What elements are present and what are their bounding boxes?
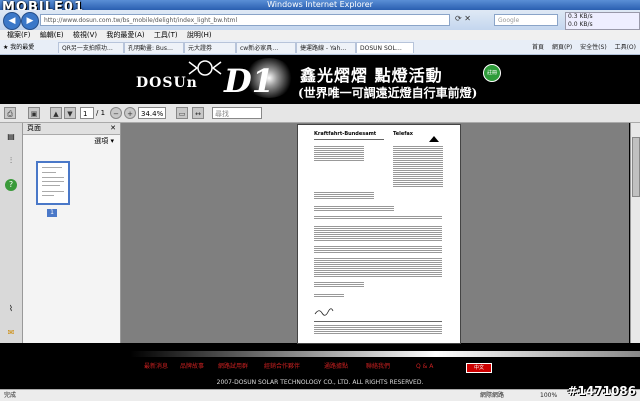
footer-nav: 最新消息 品牌故事 網路試用群 經銷合作夥伴 通路據點 聯絡我們 Q & A [140, 362, 610, 372]
doc-header: Kraftfahrt-Bundesamt [314, 131, 377, 137]
footer-link-news[interactable]: 最新消息 [144, 362, 168, 372]
thumbnail-label: 1 [47, 209, 57, 217]
page-total: / 1 [96, 109, 106, 117]
footer-gradient-bar [130, 351, 640, 357]
menu-view[interactable]: 檢視(V) [73, 30, 97, 40]
search-input[interactable]: Google [494, 14, 558, 26]
menu-edit[interactable]: 編輯(E) [40, 30, 64, 40]
menu-tools[interactable]: 工具(T) [154, 30, 178, 40]
zoom-level[interactable]: 100% [540, 390, 557, 401]
back-button[interactable]: ◀ [3, 12, 21, 30]
tab-yuanta[interactable]: 元大證券 [184, 42, 236, 53]
banner-subline: (世界唯一可調遠近燈自行車前燈) [298, 86, 478, 100]
copyright-text: 2007-DOSUN SOLAR TECHNOLOGY CO., LTD. AL… [216, 379, 424, 386]
panel-options[interactable]: 選項 ▾ [23, 135, 120, 147]
network-meter: 0.3 KB/s 0.0 KB/s [565, 12, 640, 30]
window-titlebar: Windows Internet Explorer [0, 0, 640, 10]
scroll-thumb[interactable] [632, 137, 640, 197]
banner-headline: 鑫光熠熠 點燈活動 [300, 66, 443, 85]
url-input[interactable]: http://www.dosun.com.tw/bs_mobile/deligh… [40, 14, 450, 26]
menu-file[interactable]: 檔案(F) [7, 30, 31, 40]
page-thumbnail[interactable] [36, 161, 70, 205]
net-down: 0.3 KB/s [568, 13, 593, 20]
refresh-stop-icons[interactable]: ⟳ ✕ [455, 14, 487, 26]
tools-menu[interactable]: 工具(O) [615, 44, 636, 51]
menu-favorites[interactable]: 我的最愛(A) [106, 30, 144, 40]
net-up: 0.0 KB/s [568, 21, 593, 28]
zoom-in-icon[interactable]: + [124, 107, 136, 119]
footer-link-qa[interactable]: Q & A [416, 362, 433, 372]
zone-indicator: 網際網路 [480, 392, 505, 399]
pages-icon[interactable]: ▤ [5, 131, 17, 143]
doc-eagle-logo [428, 129, 440, 142]
zoom-input[interactable]: 34.4% [138, 107, 166, 119]
tab-furniture[interactable]: cw新必家具… [236, 42, 296, 53]
tab-dosun[interactable]: DOSUN SOL… [356, 42, 414, 53]
vertical-scrollbar[interactable] [630, 123, 640, 343]
pdf-page: Kraftfahrt-Bundesamt Telefax [297, 124, 461, 344]
model-name: D1 [224, 62, 275, 100]
status-text: 完成 [4, 392, 17, 399]
safety-menu[interactable]: 安全性(S) [580, 44, 607, 51]
footer-link-trial[interactable]: 網路試用群 [218, 362, 248, 372]
favorites-label: 我的最愛 [10, 44, 35, 51]
attachments-icon[interactable]: ⫶ [5, 155, 17, 167]
watermark: #1471086 [567, 384, 636, 398]
status-bar: 完成 網際網路 100% [0, 389, 640, 401]
pdf-toolbar: ⎙ ▣ ▲ ▼ 1 / 1 − + 34.4% ▭ ↔ 尋找 [0, 104, 640, 123]
doc-type: Telefax [393, 131, 414, 137]
panel-header: 頁面 ✕ [23, 123, 120, 135]
tab-mrt[interactable]: 捷運路線 - Yah… [296, 42, 356, 53]
fit-width-icon[interactable]: ↔ [192, 107, 204, 119]
prev-page-icon[interactable]: ▲ [50, 107, 62, 119]
address-bar: ◀ ▶ http://www.dosun.com.tw/bs_mobile/de… [0, 10, 640, 30]
page-menu[interactable]: 網頁(P) [552, 44, 572, 51]
command-bar: 首頁 網頁(P) 安全性(S) 工具(O) [526, 42, 636, 53]
pages-panel: 頁面 ✕ 選項 ▾ 1 [23, 123, 121, 343]
menu-bar: 檔案(F) 編輯(E) 檢視(V) 我的最愛(A) 工具(T) 說明(H) [0, 30, 640, 40]
help-icon[interactable]: ? [5, 179, 17, 191]
comments-icon[interactable]: ✉ [5, 327, 17, 339]
dosun-brand: DOSUn [136, 75, 198, 91]
footer-link-stores[interactable]: 通路據點 [324, 362, 348, 372]
menu-help[interactable]: 說明(H) [187, 30, 212, 40]
pdf-left-rail: ▤ ⫶ ? ⌇ ✉ [0, 123, 23, 343]
paperclip-icon[interactable]: ⌇ [5, 303, 17, 315]
fit-page-icon[interactable]: ▭ [176, 107, 188, 119]
favorites-button[interactable]: ★ 我的最愛 [3, 42, 34, 53]
footer-link-partners[interactable]: 經銷合作夥伴 [264, 362, 300, 372]
print-icon[interactable]: ⎙ [4, 107, 16, 119]
footer-link-story[interactable]: 品牌故事 [180, 362, 204, 372]
tab-bus[interactable]: 孔明動畫: Bus… [124, 42, 184, 53]
zoom-out-icon[interactable]: − [110, 107, 122, 119]
home-button[interactable]: 首頁 [532, 44, 544, 51]
panel-close-icon[interactable]: ✕ [110, 123, 116, 134]
tab-qr[interactable]: QR另一支拍照功… [58, 42, 124, 53]
save-icon[interactable]: ▣ [28, 107, 40, 119]
window-title: Windows Internet Explorer [267, 0, 373, 9]
doc-signature [314, 301, 334, 316]
panel-title: 頁面 [27, 124, 41, 132]
favorites-bar: ★ 我的最愛 QR另一支拍照功… 孔明動畫: Bus… 元大證券 cw新必家具…… [0, 40, 640, 55]
footer-link-contact[interactable]: 聯絡我們 [366, 362, 390, 372]
next-page-icon[interactable]: ▼ [64, 107, 76, 119]
language-flag[interactable]: 中文 [466, 363, 492, 373]
find-input[interactable]: 尋找 [212, 107, 262, 119]
page-number-input[interactable]: 1 [80, 107, 94, 119]
forward-button[interactable]: ▶ [21, 12, 39, 30]
register-emblem[interactable]: 註冊 [483, 64, 501, 82]
